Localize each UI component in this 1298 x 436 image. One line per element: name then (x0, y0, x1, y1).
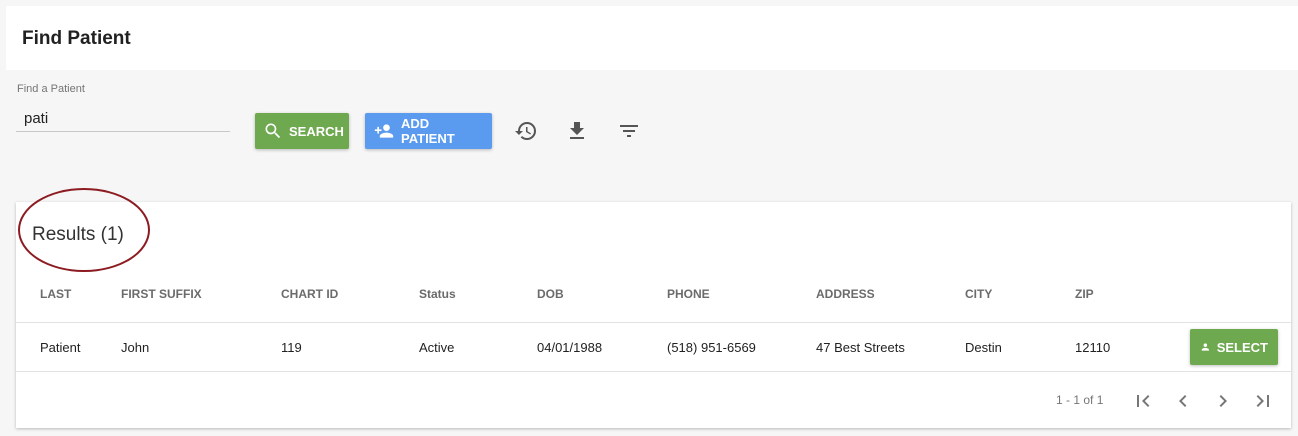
last-page-icon[interactable] (1251, 389, 1275, 413)
select-button[interactable]: SELECT (1190, 329, 1278, 365)
column-header-first-suffix[interactable]: FIRST SUFFIX (121, 287, 202, 301)
cell-chart-id: 119 (281, 340, 302, 355)
row-divider (16, 371, 1291, 372)
cell-city: Destin (965, 340, 1002, 355)
cell-zip: 12110 (1075, 340, 1111, 355)
page-header: Find Patient (6, 6, 1298, 70)
first-page-icon[interactable] (1131, 389, 1155, 413)
column-header-chart-id[interactable]: CHART ID (281, 287, 338, 301)
cell-address: 47 Best Streets (816, 340, 905, 355)
page-title: Find Patient (22, 28, 131, 49)
column-header-phone[interactable]: PHONE (667, 287, 710, 301)
history-icon[interactable] (514, 119, 538, 143)
cell-status: Active (419, 340, 455, 355)
pagination-range: 1 - 1 of 1 (1056, 393, 1104, 407)
add-patient-button[interactable]: ADD PATIENT (365, 113, 492, 149)
column-header-status[interactable]: Status (419, 287, 456, 301)
column-header-dob[interactable]: DOB (537, 287, 564, 301)
select-button-label: SELECT (1216, 339, 1268, 355)
column-header-last[interactable]: LAST (40, 287, 71, 301)
download-icon[interactable] (565, 119, 589, 143)
next-page-icon[interactable] (1211, 389, 1235, 413)
search-input[interactable] (16, 106, 230, 132)
cell-first: John (121, 340, 150, 355)
column-header-city[interactable]: CITY (965, 287, 992, 301)
search-button-label: SEARCH (289, 123, 344, 139)
filter-icon[interactable] (617, 119, 641, 143)
add-person-icon (374, 124, 394, 138)
cell-last: Patient (40, 340, 81, 355)
person-icon (1201, 343, 1209, 351)
search-button[interactable]: SEARCH (255, 113, 349, 149)
column-header-address[interactable]: ADDRESS (816, 287, 875, 301)
search-label: Find a Patient (17, 83, 85, 95)
add-patient-label: ADD PATIENT (401, 116, 455, 146)
results-card: Results (1) LAST FIRST SUFFIX CHART ID S… (16, 188, 1291, 428)
column-header-zip[interactable]: ZIP (1075, 287, 1094, 301)
cell-phone: (518) 951-6569 (667, 340, 756, 355)
results-title: Results (1) (32, 224, 124, 245)
search-icon (265, 123, 281, 139)
cell-dob: 04/01/1988 (537, 340, 603, 355)
previous-page-icon[interactable] (1171, 389, 1195, 413)
row-divider (16, 322, 1291, 323)
